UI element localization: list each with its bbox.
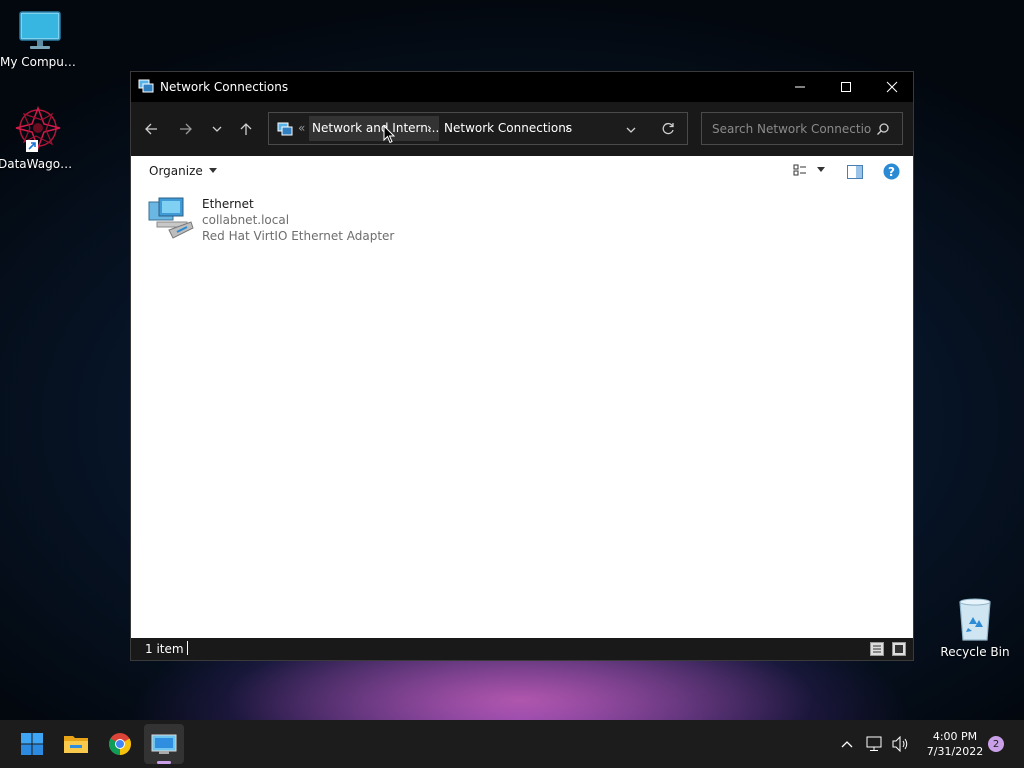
taskbar: 4:00 PM 7/31/2022 2 — [0, 720, 1024, 768]
large-icons-view-icon[interactable] — [892, 642, 906, 656]
minimize-button[interactable] — [777, 72, 823, 102]
show-hidden-icons-button[interactable] — [836, 720, 858, 768]
network-status-button[interactable] — [864, 720, 886, 768]
navigation-bar: « Network and Intern... › Network Connec… — [131, 102, 913, 156]
item-name: Ethernet — [202, 197, 254, 211]
clock[interactable]: 4:00 PM 7/31/2022 — [916, 720, 994, 768]
desktop-icon-label: Recycle Bin — [940, 645, 1010, 659]
chrome-icon — [109, 733, 131, 755]
desktop-icon-label: My Computer — [0, 55, 80, 69]
recycle-bin-icon — [959, 598, 991, 641]
window-title: Network Connections — [160, 80, 289, 94]
notification-badge: 2 — [988, 736, 1004, 752]
clock-time: 4:00 PM — [932, 730, 978, 743]
search-box[interactable] — [701, 112, 903, 145]
details-view-icon[interactable] — [870, 642, 884, 656]
taskbar-file-explorer[interactable] — [56, 724, 96, 764]
svg-text:?: ? — [888, 165, 895, 179]
arrow-left-icon — [145, 123, 157, 135]
network-monitor-icon — [866, 736, 882, 751]
chevron-up-icon — [841, 741, 853, 748]
back-button[interactable] — [137, 114, 165, 144]
item-device: Red Hat VirtIO Ethernet Adapter — [202, 229, 395, 243]
mouse-cursor-icon — [383, 125, 395, 144]
forward-button[interactable] — [172, 114, 200, 144]
caret-down-icon — [208, 168, 217, 173]
network-connections-icon — [277, 122, 293, 136]
item-network: collabnet.local — [202, 213, 290, 227]
chevron-down-icon[interactable] — [625, 124, 637, 136]
help-icon[interactable]: ? — [883, 163, 900, 180]
network-connections-icon — [138, 79, 154, 93]
breadcrumb-network-and-internet[interactable]: Network and Intern... — [312, 121, 439, 135]
item-count: 1 item — [145, 642, 184, 656]
datawagon-icon — [15, 106, 61, 152]
status-bar: 1 item — [131, 638, 913, 660]
status-divider — [187, 641, 188, 655]
chevron-right-icon[interactable]: › — [427, 121, 432, 135]
active-indicator — [157, 761, 171, 764]
organize-label: Organize — [149, 164, 203, 178]
arrow-right-icon — [180, 123, 192, 135]
chevron-down-icon — [212, 126, 222, 132]
taskbar-network-connections[interactable] — [144, 724, 184, 764]
breadcrumb-network-connections[interactable]: Network Connections — [444, 121, 572, 135]
up-button[interactable] — [232, 114, 260, 144]
minimize-icon — [795, 86, 805, 88]
refresh-icon[interactable] — [661, 122, 675, 136]
organize-button[interactable]: Organize — [149, 164, 217, 178]
command-bar: Organize ? — [131, 156, 913, 189]
change-view-button[interactable] — [793, 163, 825, 177]
title-bar[interactable]: Network Connections — [131, 72, 913, 102]
close-button[interactable] — [869, 72, 915, 102]
search-icon[interactable] — [876, 122, 890, 136]
breadcrumb-overflow[interactable]: « — [298, 121, 305, 135]
volume-button[interactable] — [890, 720, 912, 768]
caret-down-icon — [817, 167, 825, 172]
desktop-icon-label: DataWagon... — [0, 157, 78, 171]
network-connections-icon — [151, 734, 177, 754]
list-item[interactable]: Ethernet collabnet.local Red Hat VirtIO … — [147, 196, 407, 246]
close-icon — [886, 81, 898, 93]
taskbar-chrome[interactable] — [100, 724, 140, 764]
start-button[interactable] — [12, 724, 52, 764]
arrow-up-icon — [240, 123, 252, 135]
desktop-icon-my-computer[interactable]: My Computer — [0, 10, 80, 69]
clock-date: 7/31/2022 — [926, 745, 984, 758]
notification-center-button[interactable]: 2 — [986, 720, 1006, 768]
maximize-button[interactable] — [823, 72, 869, 102]
address-bar[interactable]: « Network and Intern... › Network Connec… — [268, 112, 688, 145]
desktop-icon-datawagon[interactable]: DataWagon... — [0, 106, 78, 171]
network-connections-window: Network Connections « Network and Intern… — [130, 71, 914, 661]
chevron-right-icon[interactable]: › — [565, 121, 570, 135]
view-details-icon — [793, 164, 806, 176]
network-adapter-icon — [148, 197, 194, 239]
file-list[interactable]: Ethernet collabnet.local Red Hat VirtIO … — [131, 188, 913, 638]
file-explorer-icon — [64, 736, 88, 753]
preview-pane-icon[interactable] — [847, 165, 863, 179]
search-input[interactable] — [710, 119, 874, 139]
windows-start-icon — [21, 733, 43, 755]
speaker-icon — [892, 736, 908, 752]
recent-locations-button[interactable] — [203, 114, 231, 144]
desktop-icon-recycle-bin[interactable]: Recycle Bin — [935, 598, 1015, 659]
maximize-icon — [841, 82, 851, 92]
monitor-icon — [19, 11, 61, 49]
